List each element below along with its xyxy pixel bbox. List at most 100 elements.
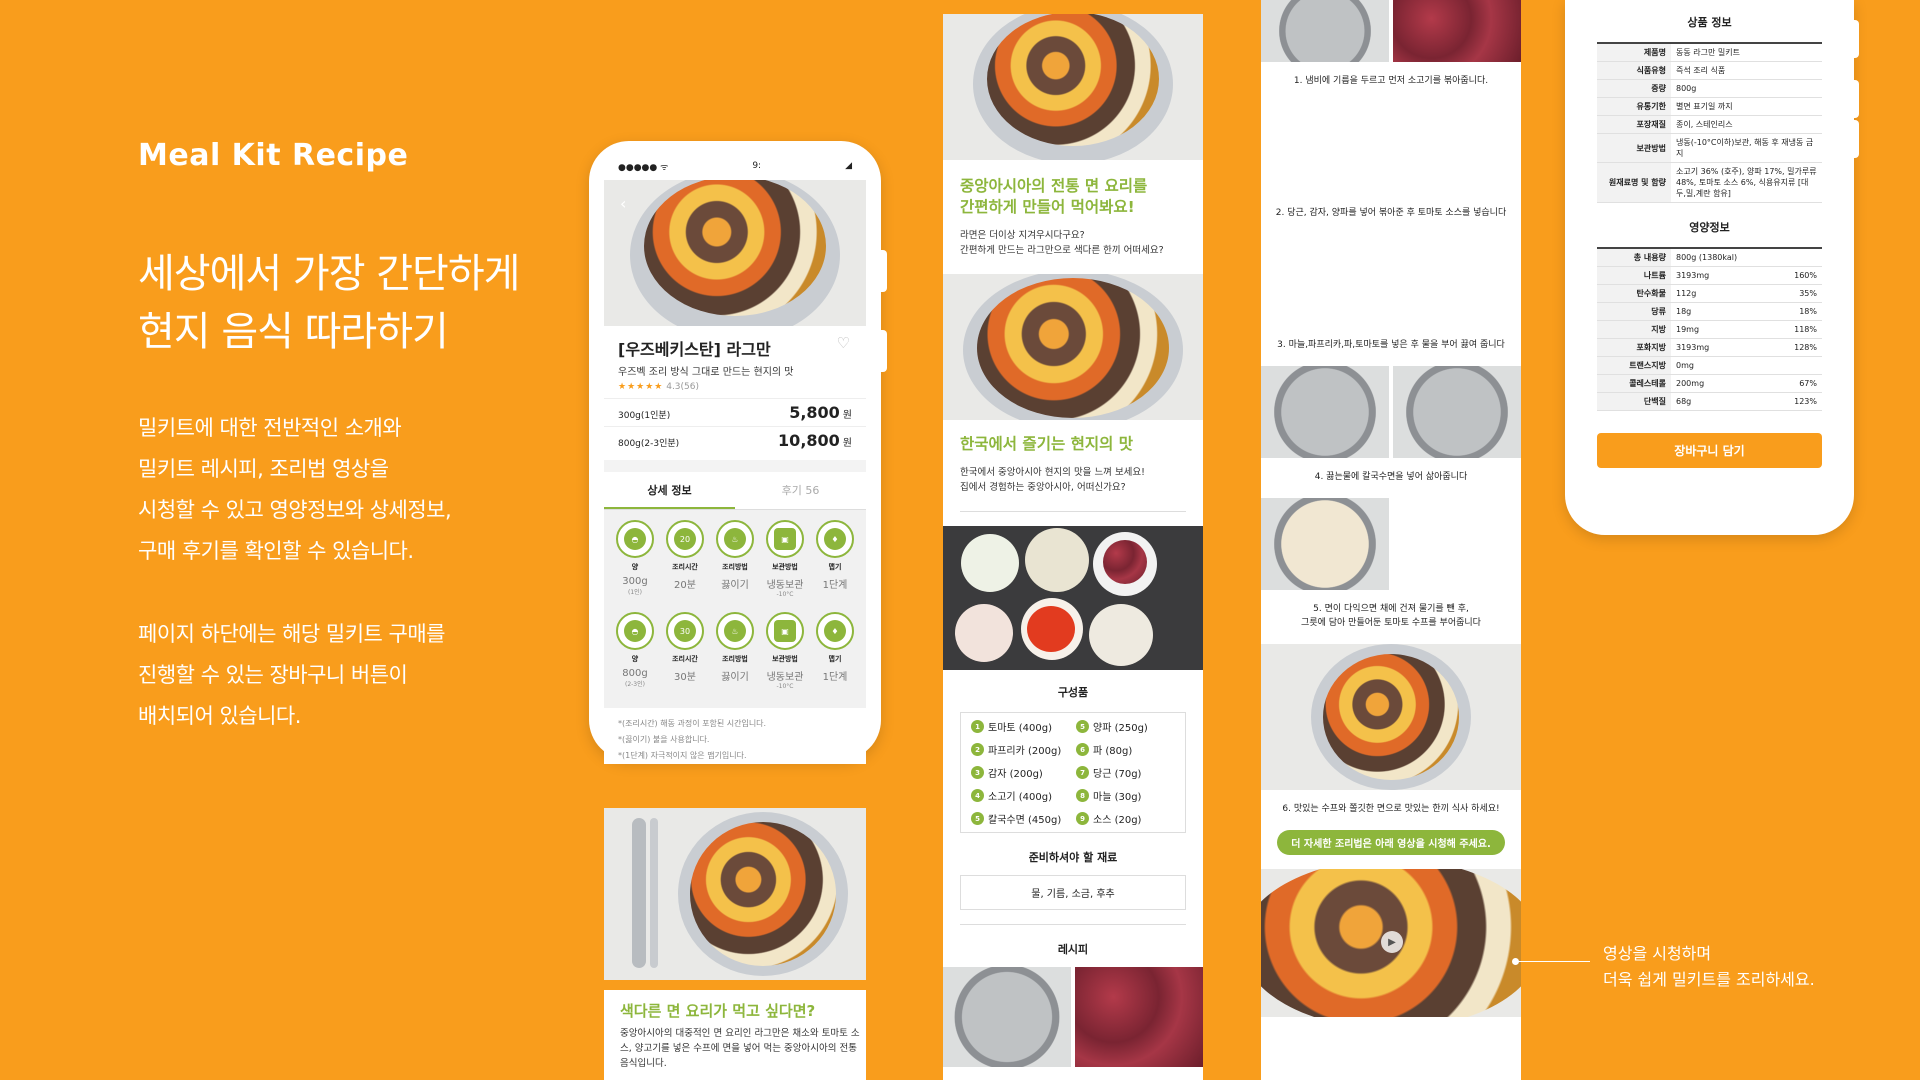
detail-panel: 중앙아시아의 전통 면 요리를 간편하게 만들어 먹어봐요! 라면은 더이상 지겨… [943, 14, 1203, 1080]
nutrition-title: 영양정보 [1689, 221, 1730, 234]
status-bar: ●●●●● ᯤ 9: ◢ [604, 152, 866, 180]
recipe-step-image [943, 967, 1203, 1067]
desc-line: 배치되어 있습니다. [138, 704, 301, 728]
product-image-with-spoon [604, 808, 866, 980]
step-caption: 6. 맛있는 수프와 쫄깃한 면으로 맛있는 한끼 식사 하세요! [1282, 804, 1500, 814]
desc-line: 구매 후기를 확인할 수 있습니다. [138, 539, 414, 563]
product-subtitle: 우즈벡 조리 방식 그대로 만드는 현지의 맛 [618, 367, 794, 378]
nutrition-table: 총 내용량 800g (1380kal) 나트륨 3193mg 160% 탄수화물 11… [1597, 247, 1822, 411]
headline-line-1: 세상에서 가장 간단하게 [138, 251, 520, 297]
ingredient-item: 1 토마토 (400g) [971, 719, 1070, 734]
info-value: 냉동보관 [766, 580, 804, 591]
price-label: 300g(1인분) [618, 411, 671, 421]
callout-line [1515, 961, 1590, 962]
price-option[interactable]: 800g(2-3인분) 10,800 원 [604, 426, 866, 454]
product-info-table: 제품명 동동 라그만 밀키트 식품유형 즉석 조리 식품 중량 800g 유통기한 별면… [1597, 42, 1822, 203]
info-label: 양 [631, 655, 639, 663]
note-line: *(1단계) 자극적이지 않은 맵기입니다. [618, 751, 747, 760]
price-label: 800g(2-3인분) [618, 439, 680, 449]
info-value: 끓이기 [721, 580, 749, 591]
info-method: ♨ 조리방법 끓이기 [712, 612, 758, 690]
price-unit: 원 [842, 410, 852, 421]
cta-title: 색다른 면 요리가 먹고 싶다면? [620, 1002, 816, 1020]
ingredients-list: 1 토마토 (400g) 5 양파 (250g) 2 파프리카 (200g) 6파 (… [960, 712, 1186, 833]
info-value: 냉동보관 [766, 672, 804, 683]
info-label: 조리시간 [672, 655, 698, 663]
desc-line: 밀키트에 대한 전반적인 소개와 [138, 416, 402, 440]
fridge-icon: ▣ [774, 620, 796, 642]
desc-line: 시청할 수 있고 영양정보와 상세정보, [138, 498, 452, 522]
section-body: 한국에서 중앙아시아 현지의 맛을 느껴 보세요! 집에서 경험하는 중앙아시아,… [960, 467, 1145, 493]
star-icons: ★★★★★ [618, 382, 664, 392]
product-title: [우즈베키스탄] 라그만 [618, 340, 771, 359]
ingredient-item: 9 소스 (20g) [1076, 811, 1175, 826]
info-row: ◓ 양 800g (2-3인) 30 조리시간 30분 ♨ 조리방법 끓이기 ▣ 보관방법 냉동보… [612, 612, 858, 690]
flame-icon: ♦ [824, 528, 846, 550]
headline: 세상에서 가장 간단하게 현지 음식 따라하기 [138, 245, 520, 361]
signal-icon: ●●●●● ᯤ [618, 162, 669, 173]
price-value: 10,800 [778, 431, 840, 450]
info-time: 20 조리시간 20분 [662, 520, 708, 598]
phone-side-button [1853, 80, 1859, 118]
tab-bar: 상세 정보 후기 56 [604, 472, 866, 510]
product-hero-image: ‹ [604, 180, 866, 326]
step-image [1261, 0, 1521, 62]
ingredients-photo [943, 526, 1203, 670]
info-value: 800g [622, 668, 648, 679]
recipe-panel: 1. 냄비에 기름을 두르고 먼저 소고기를 볶아줍니다. 2. 당근, 감자,… [1261, 0, 1521, 1080]
tab-review[interactable]: 후기 56 [735, 472, 866, 509]
step-caption: 1. 냄비에 기름을 두르고 먼저 소고기를 볶아줍니다. [1293, 76, 1489, 86]
prep-title: 준비하셔야 할 재료 [1028, 851, 1118, 864]
brand-title: Meal Kit Recipe [138, 138, 409, 173]
info-storage: ▣ 보관방법 냉동보관 -10°C [762, 520, 808, 598]
info-value: 1단계 [822, 580, 848, 591]
info-amount: ◓ 양 300g (1인) [612, 520, 658, 598]
step-image [1261, 644, 1521, 790]
recipe-video[interactable]: ▶ [1261, 869, 1521, 1017]
info-spicy: ♦ 맵기 1단계 [812, 612, 858, 690]
step-image [1261, 366, 1521, 458]
info-label: 맵기 [828, 563, 842, 571]
note-line: *(조리시간) 해동 과정이 포함된 시간입니다. [618, 719, 767, 728]
step-caption: 4. 끓는물에 칼국수면을 넣어 삶아줍니다 [1314, 472, 1468, 482]
info-time: 30 조리시간 30분 [662, 612, 708, 690]
info-label: 양 [631, 563, 639, 571]
heart-icon[interactable]: ♡ [837, 334, 850, 352]
food-image [943, 14, 1203, 160]
info-value: 끓이기 [721, 672, 749, 683]
info-value: 300g [622, 576, 648, 587]
step-image [1261, 234, 1521, 326]
info-label: 조리방법 [722, 655, 748, 663]
cta-body: 중앙아시아의 대중적인 면 요리인 라그만은 채소와 토마토 소스, 양고기를 … [620, 1028, 860, 1069]
rating: ★★★★★ 4.3(56) [604, 378, 866, 398]
phone-side-button [879, 330, 887, 372]
phone-side-button [1853, 20, 1859, 58]
phone-side-button [1853, 120, 1859, 158]
play-icon[interactable]: ▶ [1381, 931, 1403, 953]
ingredient-item: 3 감자 (200g) [971, 765, 1070, 780]
spec-panel: 상품 정보 제품명 동동 라그만 밀키트 식품유형 즉석 조리 식품 중량 800g … [1565, 0, 1854, 535]
product-title-row: [우즈베키스탄] 라그만 ♡ [604, 326, 866, 360]
info-value: 1단계 [822, 672, 848, 683]
notes: *(조리시간) 해동 과정이 포함된 시간입니다. *(끓이기) 불을 사용합니… [604, 708, 866, 764]
back-arrow-icon[interactable]: ‹ [620, 194, 626, 213]
section-title: 중앙아시아의 전통 면 요리를 간편하게 만들어 먹어봐요! [960, 177, 1148, 216]
price-unit: 원 [842, 438, 852, 449]
info-label: 보관방법 [772, 563, 798, 571]
description-b: 페이지 하단에는 해당 밀키트 구매를 진행할 수 있는 장바구니 버튼이 배치… [138, 614, 446, 737]
food-image [943, 274, 1203, 420]
price-option[interactable]: 300g(1인분) 5,800 원 [604, 398, 866, 426]
divider [604, 460, 866, 472]
tab-detail[interactable]: 상세 정보 [604, 472, 735, 509]
info-sub: (1인) [627, 589, 643, 596]
video-hint-pill: 더 자세한 조리법은 아래 영상을 시청해 주세요. [1277, 830, 1505, 855]
ingredient-item: 4 소고기 (400g) [971, 788, 1070, 803]
add-to-cart-button[interactable]: 장바구니 담기 [1597, 433, 1822, 468]
info-spicy: ♦ 맵기 1단계 [812, 520, 858, 598]
step-image [1261, 498, 1521, 590]
ingredient-item: 7 당근 (70g) [1076, 765, 1175, 780]
info-label: 맵기 [828, 655, 842, 663]
recipe-title: 레시피 [1057, 943, 1089, 956]
info-method: ♨ 조리방법 끓이기 [712, 520, 758, 598]
description-a: 밀키트에 대한 전반적인 소개와 밀키트 레시피, 조리법 영상을 시청할 수 … [138, 408, 452, 572]
